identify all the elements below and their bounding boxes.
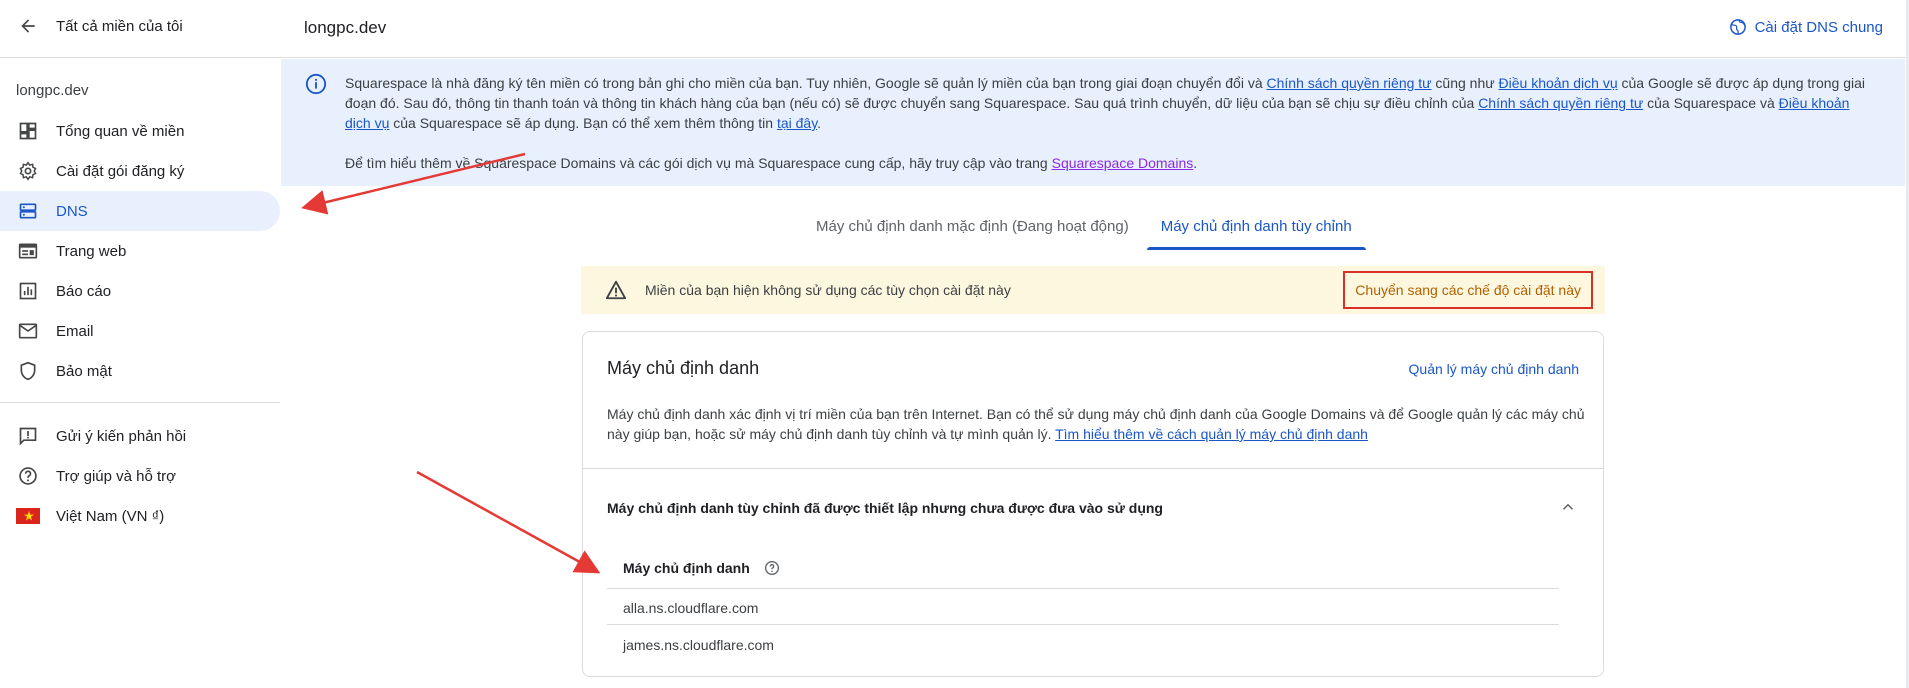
sidebar-item-region[interactable]: Việt Nam (VN ₫) xyxy=(0,496,280,536)
nameserver-column-header: Máy chủ định danh xyxy=(623,560,780,576)
mail-icon xyxy=(16,319,40,343)
info-banner: Squarespace là nhà đăng ký tên miền có t… xyxy=(281,59,1905,186)
manage-nameservers-link[interactable]: Quản lý máy chủ định danh xyxy=(1409,361,1579,377)
banner-text-segment: . xyxy=(1193,155,1198,171)
back-label[interactable]: Tất cả miền của tôi xyxy=(56,18,183,35)
sidebar-item-help[interactable]: Trợ giúp và hỗ trợ xyxy=(0,456,280,496)
banner-text-segment: của Squarespace sẽ áp dụng. Bạn có thể x… xyxy=(389,115,777,131)
warning-icon xyxy=(605,280,627,300)
sidebar-item-dns[interactable]: DNS xyxy=(0,191,280,231)
custom-nameservers-section-title[interactable]: Máy chủ định danh tùy chỉnh đã được thiế… xyxy=(607,500,1163,516)
dns-icon xyxy=(16,199,40,223)
dns-general-settings-link[interactable]: Cài đặt DNS chung xyxy=(1729,18,1883,36)
chevron-up-icon[interactable] xyxy=(1559,498,1577,516)
banner-paragraph-1: Squarespace là nhà đăng ký tên miền có t… xyxy=(345,73,1875,133)
banner-paragraph-2: Để tìm hiểu thêm về Squarespace Domains … xyxy=(345,153,1875,173)
feedback-icon xyxy=(16,424,40,448)
nameserver-tabs: Máy chủ định danh mặc định (Đang hoạt độ… xyxy=(800,210,1368,250)
banner-text: Squarespace là nhà đăng ký tên miền có t… xyxy=(345,73,1875,173)
sidebar-item-website[interactable]: Trang web xyxy=(0,231,280,271)
sidebar-item-label: Tổng quan về miền xyxy=(56,122,185,140)
sidebar: Tất cả miền của tôi longpc.dev Tổng quan… xyxy=(0,0,280,688)
card-title: Máy chủ định danh xyxy=(607,358,760,378)
help-icon xyxy=(16,464,40,488)
more-info-link[interactable]: tại đây xyxy=(777,115,817,131)
sidebar-footer-nav: Gửi ý kiến phản hồi Trợ giúp và hỗ trợ V… xyxy=(0,416,280,536)
top-header: longpc.dev Cài đặt DNS chung xyxy=(280,0,1909,58)
sidebar-nav: Tổng quan về miền Cài đặt gói đăng ký DN… xyxy=(0,111,280,391)
shield-icon xyxy=(16,359,40,383)
sidebar-item-label: Email xyxy=(56,322,94,340)
arrow-back-icon[interactable] xyxy=(16,14,40,38)
sidebar-item-label: Bảo mật xyxy=(56,362,112,380)
card-description: Máy chủ định danh xác định vị trí miền c… xyxy=(607,404,1587,444)
help-circle-icon[interactable] xyxy=(764,560,780,576)
sidebar-item-label: Báo cáo xyxy=(56,282,112,300)
learn-more-link[interactable]: Tìm hiểu thêm về cách quản lý máy chủ đị… xyxy=(1055,426,1368,442)
warning-bar: Miền của bạn hiện không sử dụng các tùy … xyxy=(581,266,1605,314)
sidebar-item-label: DNS xyxy=(56,202,88,220)
sidebar-item-label: Việt Nam (VN ₫) xyxy=(56,507,165,525)
info-icon xyxy=(305,73,327,95)
globe-icon xyxy=(1729,19,1746,35)
sidebar-item-reports[interactable]: Báo cáo xyxy=(0,271,280,311)
banner-text-segment: . xyxy=(817,115,822,131)
sidebar-item-feedback[interactable]: Gửi ý kiến phản hồi xyxy=(0,416,280,456)
divider xyxy=(0,402,280,403)
squarespace-privacy-link[interactable]: Chính sách quyền riêng tư xyxy=(1478,95,1643,111)
banner-text-segment: của Squarespace và xyxy=(1643,95,1779,111)
vietnam-flag-icon xyxy=(16,504,40,528)
google-privacy-link[interactable]: Chính sách quyền riêng tư xyxy=(1267,75,1432,91)
sidebar-item-label: Gửi ý kiến phản hồi xyxy=(56,427,187,445)
sidebar-item-label: Trang web xyxy=(56,242,127,260)
sidebar-item-label: Cài đặt gói đăng ký xyxy=(56,162,185,180)
banner-text-segment: Squarespace là nhà đăng ký tên miền có t… xyxy=(345,75,1267,91)
warning-text: Miền của bạn hiện không sử dụng các tùy … xyxy=(645,282,1011,298)
gear-icon xyxy=(16,159,40,183)
squarespace-domains-link[interactable]: Squarespace Domains xyxy=(1052,155,1194,171)
table-row: alla.ns.cloudflare.com xyxy=(623,600,759,616)
table-divider xyxy=(607,588,1559,589)
page-title: longpc.dev xyxy=(304,18,387,37)
sidebar-item-email[interactable]: Email xyxy=(0,311,280,351)
table-divider xyxy=(607,624,1559,625)
sidebar-item-security[interactable]: Bảo mật xyxy=(0,351,280,391)
sidebar-item-label: Trợ giúp và hỗ trợ xyxy=(56,467,176,485)
switch-to-these-settings-button[interactable]: Chuyển sang các chế độ cài đặt này xyxy=(1343,271,1593,309)
sidebar-domain-name: longpc.dev xyxy=(16,82,89,99)
annotation-arrow-to-nameservers xyxy=(416,470,601,574)
sidebar-item-overview[interactable]: Tổng quan về miền xyxy=(0,111,280,151)
divider xyxy=(0,57,280,58)
banner-text-segment: Để tìm hiểu thêm về Squarespace Domains … xyxy=(345,155,1052,171)
dashboard-icon xyxy=(16,119,40,143)
tab-custom-nameservers[interactable]: Máy chủ định danh tùy chỉnh xyxy=(1145,210,1368,250)
nameservers-card: Máy chủ định danh Quản lý máy chủ định d… xyxy=(582,331,1604,677)
table-row: james.ns.cloudflare.com xyxy=(623,637,774,653)
tab-default-nameservers[interactable]: Máy chủ định danh mặc định (Đang hoạt độ… xyxy=(800,210,1145,250)
google-terms-link[interactable]: Điều khoản dịch vụ xyxy=(1499,75,1618,91)
back-to-all-domains[interactable]: Tất cả miền của tôi xyxy=(16,14,183,38)
sidebar-item-subscription-settings[interactable]: Cài đặt gói đăng ký xyxy=(0,151,280,191)
banner-text-segment: cũng như xyxy=(1431,75,1499,91)
dns-general-label[interactable]: Cài đặt DNS chung xyxy=(1755,19,1883,36)
column-header-label: Máy chủ định danh xyxy=(623,560,750,576)
web-icon xyxy=(16,239,40,263)
bar-chart-icon xyxy=(16,279,40,303)
divider xyxy=(583,468,1603,469)
